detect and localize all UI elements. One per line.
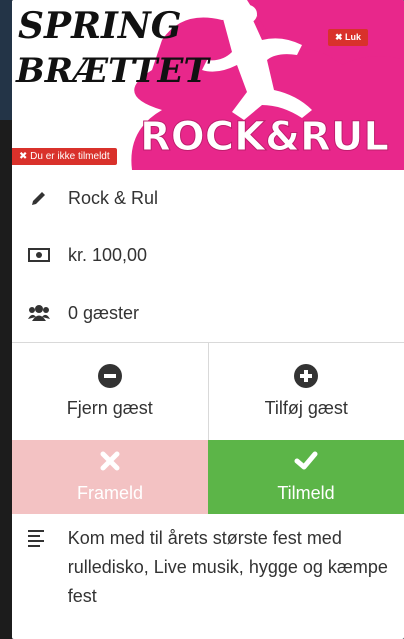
logo-text-top: SPRING: [18, 5, 181, 47]
event-price: kr. 100,00: [68, 244, 148, 265]
minus-circle-icon: [97, 364, 122, 388]
plus-circle-icon: [294, 364, 319, 388]
check-icon: [294, 451, 318, 475]
remove-guest-button[interactable]: Fjern gæst: [12, 343, 208, 440]
status-badge: ✖ Du er ikke tilmeldt: [12, 148, 117, 165]
event-modal: SPRING BRÆTTET ROCK&RUL ✖ Luk ✖ Du er ik…: [12, 0, 404, 639]
logo-text-bottom: BRÆTTET: [15, 51, 211, 91]
description-row: Kom med til årets største fest med rulle…: [12, 524, 404, 611]
guest-count: 0 gæster: [68, 302, 140, 323]
close-button[interactable]: ✖ Luk: [327, 29, 368, 46]
add-guest-button[interactable]: Tilføj gæst: [207, 343, 404, 440]
event-name-row: Rock & Rul: [12, 170, 404, 226]
decline-button[interactable]: Frameld: [12, 440, 208, 514]
align-left-icon: [28, 524, 50, 611]
times-icon: [100, 451, 120, 475]
event-name: Rock & Rul: [68, 187, 159, 208]
remove-guest-label: Fjern gæst: [66, 398, 153, 418]
guests-row: 0 gæster: [12, 284, 404, 342]
guest-controls: Fjern gæst Tilføj gæst: [12, 342, 404, 440]
pencil-icon: [28, 187, 50, 209]
price-row: kr. 100,00: [12, 226, 404, 284]
event-graphic-text: ROCK&RUL: [140, 114, 389, 160]
add-guest-label: Tilføj gæst: [264, 398, 348, 418]
event-description: Kom med til årets største fest med rulle…: [67, 528, 388, 606]
signup-button[interactable]: Tilmeld: [208, 440, 404, 514]
decline-label: Frameld: [76, 482, 143, 503]
signup-label: Tilmeld: [277, 482, 335, 503]
money-icon: [28, 244, 50, 266]
backdrop-left: [0, 0, 12, 639]
event-hero-image: SPRING BRÆTTET ROCK&RUL ✖ Luk ✖ Du er ik…: [12, 0, 404, 170]
event-graphic: SPRING BRÆTTET ROCK&RUL: [15, 0, 404, 170]
signup-actions: Frameld Tilmeld: [12, 440, 404, 514]
users-icon: [28, 302, 50, 324]
